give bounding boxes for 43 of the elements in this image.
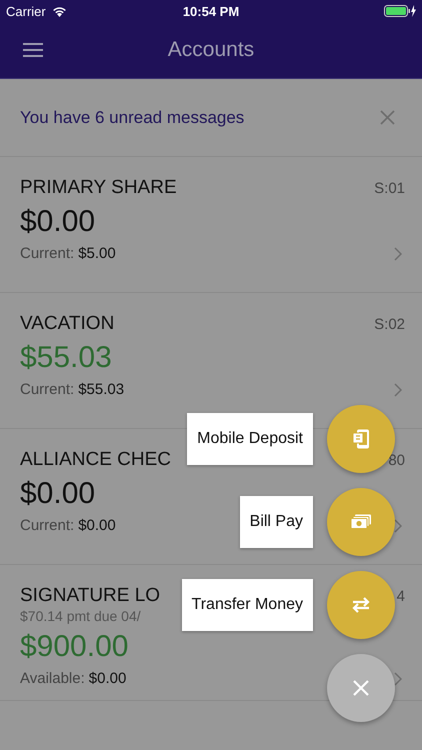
- battery-icon: [384, 5, 416, 17]
- account-name: VACATION: [20, 313, 114, 335]
- action-label[interactable]: Mobile Deposit: [187, 413, 313, 465]
- account-balance: $0.00: [20, 205, 96, 239]
- balance-value: $0.00: [78, 517, 116, 534]
- balance-label: Current:: [20, 517, 74, 534]
- balance-label: Current:: [20, 245, 74, 262]
- close-menu-button[interactable]: [327, 654, 395, 722]
- balance-value: $55.03: [78, 381, 124, 398]
- page-title: Accounts: [168, 38, 254, 62]
- action-label[interactable]: Bill Pay: [240, 496, 313, 548]
- chevron-icon[interactable]: [394, 518, 402, 532]
- menu-icon[interactable]: [23, 43, 43, 57]
- balance-value: $5.00: [78, 245, 116, 262]
- balance-value: $0.00: [88, 670, 126, 687]
- wifi-icon: [52, 6, 67, 16]
- payment-due-text: $70.14 pmt due 04/: [20, 608, 142, 624]
- account-name: ALLIANCE CHEC: [20, 449, 171, 471]
- account-balance: $900.00: [20, 630, 130, 664]
- account-name: SIGNATURE LO: [20, 585, 160, 607]
- account-code: 4: [396, 588, 405, 605]
- action-button[interactable]: [327, 488, 395, 556]
- unread-messages-link[interactable]: You have 6 unread messages: [20, 108, 244, 128]
- account-balance: $55.03: [20, 341, 113, 375]
- account-code: 80: [388, 452, 405, 469]
- account-code: S:01: [374, 180, 405, 197]
- cash-icon: [350, 514, 372, 530]
- chevron-icon[interactable]: [394, 672, 402, 686]
- close-icon[interactable]: [380, 110, 395, 125]
- carrier-label: Carrier: [6, 4, 46, 18]
- clock-label: 10:54 PM: [182, 4, 240, 18]
- close-icon: [353, 680, 369, 696]
- chevron-icon[interactable]: [394, 246, 402, 260]
- balance-label: Available:: [20, 670, 85, 687]
- account-code: S:02: [374, 316, 405, 333]
- account-balance: $0.00: [20, 477, 96, 511]
- action-button[interactable]: [327, 571, 395, 639]
- balance-label: Current:: [20, 381, 74, 398]
- account-name: PRIMARY SHARE: [20, 177, 177, 199]
- swap-arrows-icon: [350, 597, 372, 613]
- action-label[interactable]: Transfer Money: [182, 579, 313, 631]
- chevron-icon[interactable]: [394, 382, 402, 396]
- phone-cheque-icon: [352, 429, 370, 449]
